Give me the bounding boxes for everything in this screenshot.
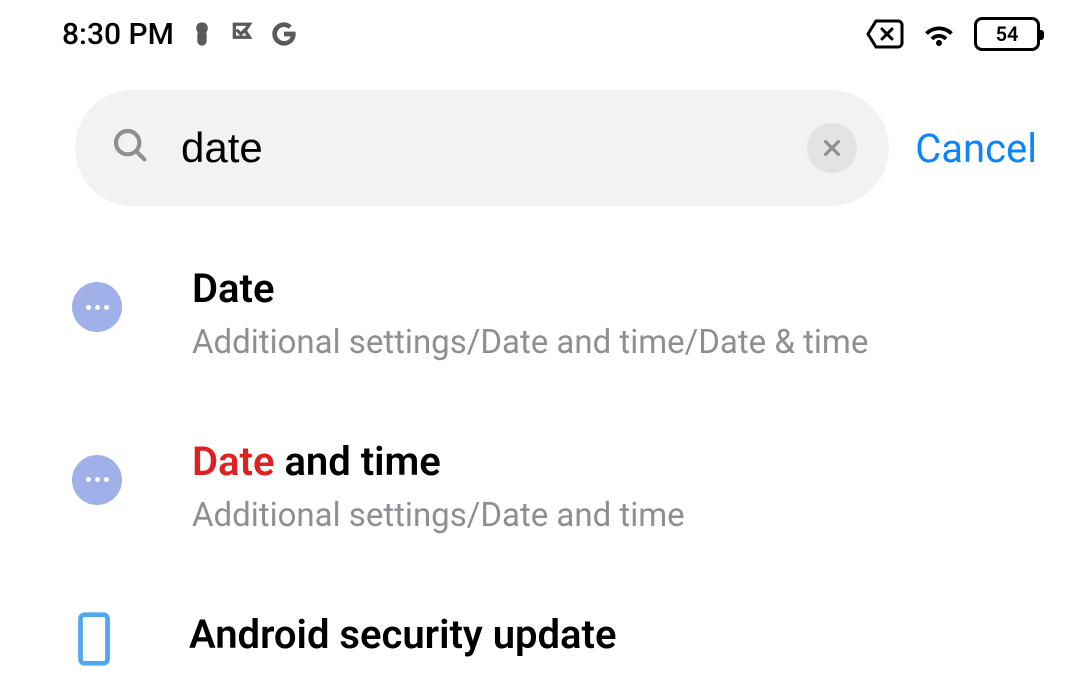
result-title: Android security update [189, 610, 1040, 660]
result-content: Android security update [189, 610, 1040, 668]
result-content: Date and time Additional settings/Date a… [192, 437, 1040, 538]
status-left: 8:30 PM [62, 17, 298, 52]
search-input[interactable] [181, 124, 807, 172]
search-box[interactable] [75, 90, 889, 206]
more-dots-icon [72, 455, 122, 505]
result-item-android-security-update[interactable]: Android security update [72, 610, 1040, 668]
google-g-icon [270, 20, 298, 48]
status-right: 54 [866, 17, 1040, 51]
close-box-icon [866, 19, 904, 49]
battery-level: 54 [996, 22, 1019, 46]
result-title: Date and time [192, 437, 1040, 487]
battery-indicator: 54 [974, 17, 1040, 51]
close-icon [821, 137, 843, 159]
wifi-icon [920, 19, 958, 49]
result-item-date[interactable]: Date Additional settings/Date and time/D… [72, 264, 1040, 365]
cancel-button[interactable]: Cancel [915, 125, 1045, 172]
result-title: Date [192, 264, 1040, 314]
phone-icon [69, 614, 119, 664]
results-list: Date Additional settings/Date and time/D… [0, 206, 1080, 668]
clear-button[interactable] [807, 123, 857, 173]
status-time: 8:30 PM [62, 17, 174, 52]
search-icon [111, 126, 151, 170]
status-bar: 8:30 PM [0, 0, 1080, 60]
result-path: Additional settings/Date and time [192, 495, 1040, 538]
search-row: Cancel [0, 60, 1080, 206]
more-dots-icon [72, 282, 122, 332]
checkmark-flag-icon [230, 21, 256, 47]
tulip-icon [188, 20, 216, 48]
result-path: Additional settings/Date and time/Date &… [192, 322, 1040, 365]
result-item-date-and-time[interactable]: Date and time Additional settings/Date a… [72, 437, 1040, 538]
result-content: Date Additional settings/Date and time/D… [192, 264, 1040, 365]
